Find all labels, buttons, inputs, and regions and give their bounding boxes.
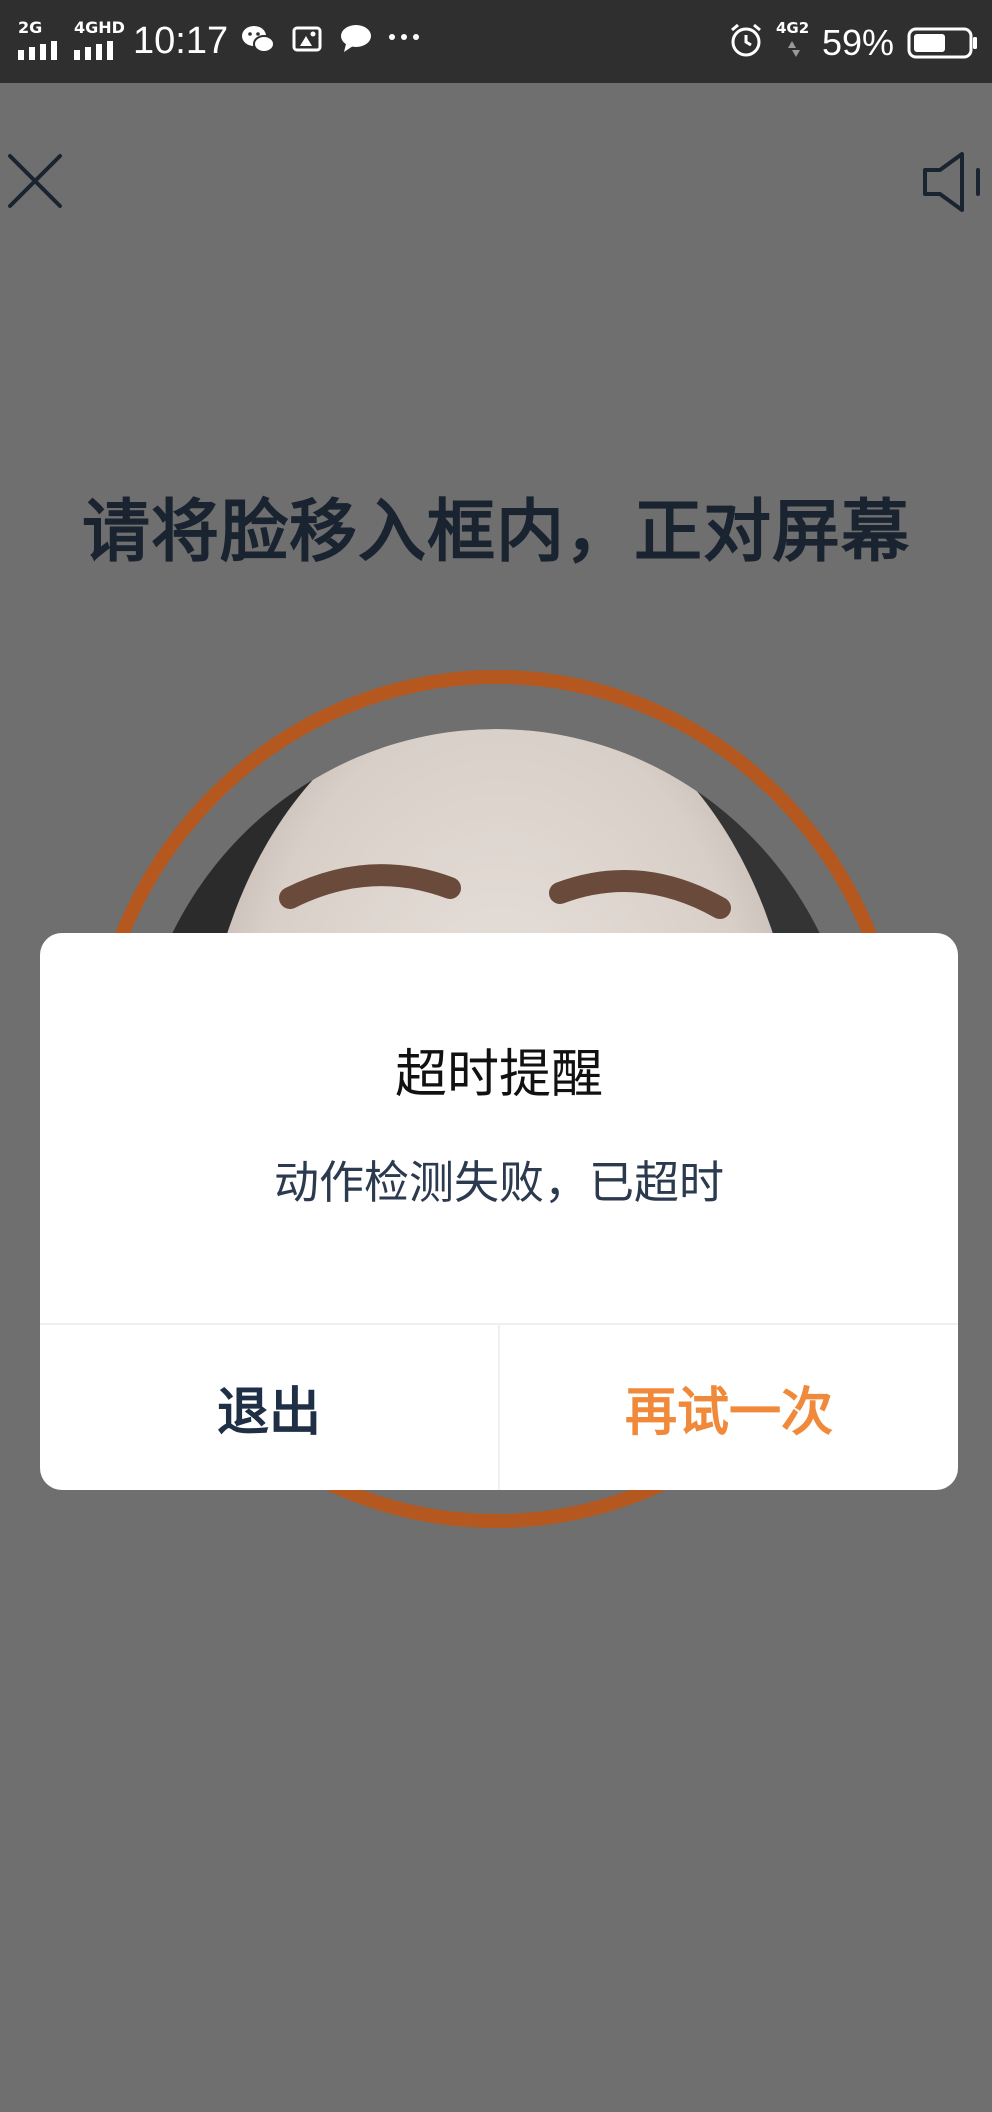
instruction-text: 请将脸移入框内，正对屏幕 <box>81 493 910 572</box>
speaker-icon <box>923 152 980 212</box>
network-icon: 4G2 <box>776 20 812 60</box>
message-icon <box>341 25 371 52</box>
wechat-icon <box>242 26 275 53</box>
dialog-title: 超时提醒 <box>394 1045 603 1105</box>
battery-percent: 59% <box>822 22 895 63</box>
status-bar: 2G 4GHD 10:17 4G2 59% <box>0 0 992 83</box>
timeout-dialog: 超时提醒 动作检测失败，已超时 退出 再试一次 <box>40 933 958 1490</box>
signal-2-label: 4GHD <box>74 18 125 37</box>
gallery-icon <box>292 26 322 52</box>
alarm-icon <box>731 23 761 57</box>
retry-button[interactable]: 再试一次 <box>500 1325 958 1490</box>
battery-icon <box>907 27 977 59</box>
signal-1-label: 2G <box>18 18 43 37</box>
exit-button[interactable]: 退出 <box>40 1325 498 1490</box>
sound-toggle-button[interactable] <box>920 150 992 214</box>
network-label: 4G2 <box>776 19 810 37</box>
close-button[interactable] <box>0 142 70 212</box>
more-dots-icon <box>389 34 419 40</box>
dialog-message: 动作检测失败，已超时 <box>273 1156 724 1209</box>
clock: 10:17 <box>133 20 229 62</box>
close-icon <box>8 154 62 208</box>
